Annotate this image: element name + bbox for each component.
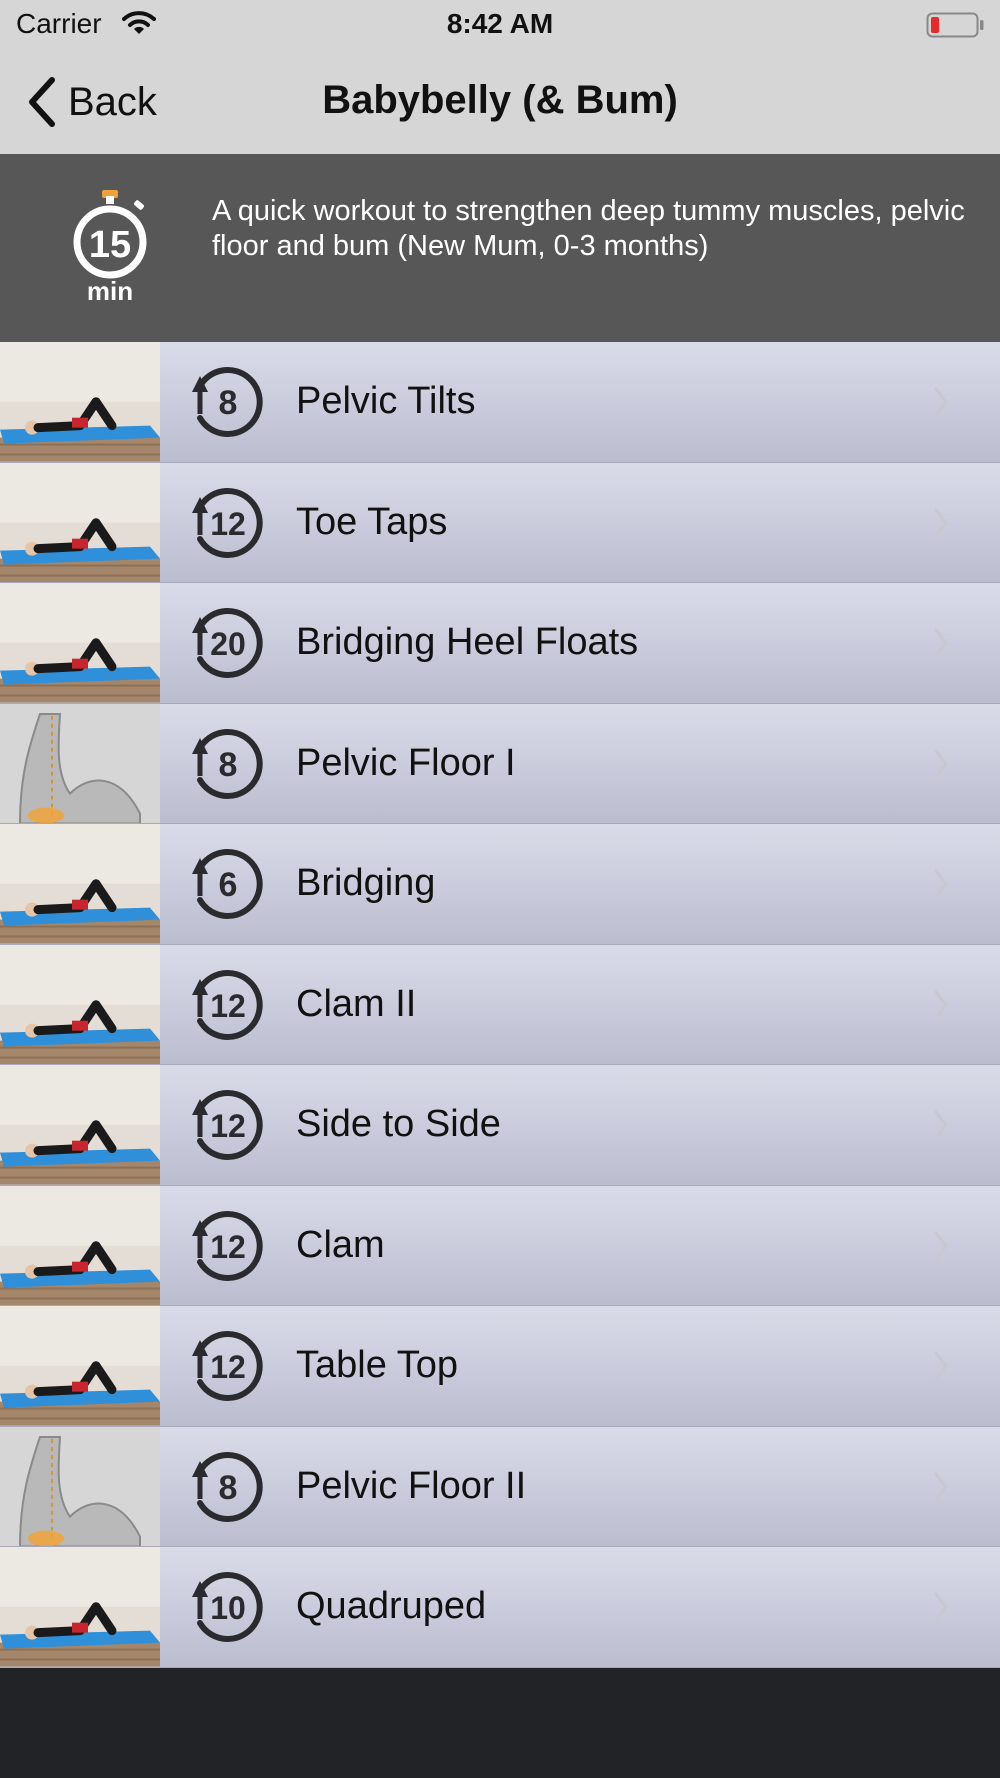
chevron-right-icon: [934, 1592, 948, 1622]
app-screen: Carrier 8:42 AM Back Babybelly (& Bum) 1…: [0, 0, 1000, 1778]
chevron-right-icon: [934, 628, 948, 658]
exercise-thumbnail: [0, 462, 160, 582]
exercise-thumbnail: [0, 1065, 160, 1185]
exercise-name: Side to Side: [296, 1103, 501, 1145]
exercise-thumbnail: [0, 824, 160, 944]
reps-count: 12: [210, 1229, 246, 1265]
exercise-row[interactable]: 8 Pelvic Tilts: [0, 342, 1000, 463]
exercise-name: Clam II: [296, 982, 417, 1025]
exercise-name: Clam: [296, 1223, 385, 1266]
page-title: Babybelly (& Bum): [322, 78, 678, 122]
chevron-right-icon: [934, 508, 948, 537]
stopwatch-icon: 15 min: [73, 190, 147, 306]
reps-count: 10: [210, 1590, 246, 1626]
reps-count: 12: [210, 1108, 246, 1144]
exercise-diagram-thumbnail: [0, 703, 160, 823]
repeat-counter-icon: 6: [192, 849, 263, 919]
chevron-right-icon: [934, 990, 948, 1019]
exercise-thumbnail: [0, 944, 160, 1064]
exercise-thumbnail: [0, 1185, 160, 1305]
battery-icon: [926, 12, 984, 38]
reps-count: 12: [210, 506, 246, 542]
repeat-counter-icon: 12: [192, 1090, 263, 1160]
workout-description: A quick workout to strengthen deep tummy…: [212, 195, 965, 262]
exercise-diagram-thumbnail: [0, 1426, 160, 1546]
exercise-name: Quadruped: [296, 1585, 487, 1627]
exercise-row[interactable]: 20 Bridging Heel Floats: [0, 583, 1000, 704]
navigation-bar: Back Babybelly (& Bum): [0, 50, 1000, 154]
reps-count: 6: [219, 866, 238, 904]
chevron-right-icon: [934, 869, 948, 899]
chevron-right-icon: [934, 1351, 948, 1381]
exercise-row[interactable]: 8 Pelvic Floor II: [0, 1426, 1000, 1547]
chevron-right-icon: [934, 749, 948, 778]
exercise-row[interactable]: 12 Clam II: [0, 944, 1000, 1065]
repeat-counter-icon: 10: [192, 1572, 263, 1642]
repeat-counter-icon: 12: [192, 969, 263, 1040]
exercise-thumbnail: [0, 1547, 160, 1667]
exercise-row[interactable]: 8 Pelvic Floor I: [0, 703, 1000, 824]
exercise-thumbnail: [0, 583, 160, 703]
reps-count: 20: [210, 626, 246, 662]
status-time: 8:42 AM: [446, 8, 554, 39]
repeat-counter-icon: 12: [192, 1331, 263, 1401]
repeat-counter-icon: 12: [192, 1210, 263, 1281]
reps-count: 8: [219, 746, 238, 784]
duration-number: 15: [89, 224, 131, 266]
exercise-list: 8 Pelvic Tilts 12 Toe Taps 20 Bridging Heel F…: [0, 342, 1000, 1668]
exercise-row[interactable]: 6 Bridging: [0, 824, 1000, 945]
exercise-row[interactable]: 10 Quadruped: [0, 1547, 1000, 1668]
reps-count: 8: [219, 1469, 238, 1507]
reps-count: 12: [210, 988, 246, 1024]
exercise-name: Bridging: [296, 862, 436, 904]
repeat-counter-icon: 8: [192, 367, 263, 437]
exercise-name: Pelvic Floor II: [296, 1464, 527, 1507]
repeat-counter-icon: 20: [192, 608, 263, 678]
chevron-right-icon: [934, 1231, 948, 1260]
chevron-right-icon: [934, 387, 948, 417]
chevron-right-icon: [934, 1110, 948, 1140]
exercise-name: Pelvic Floor I: [296, 741, 516, 784]
exercise-row[interactable]: 12 Table Top: [0, 1306, 1000, 1427]
exercise-row[interactable]: 12 Side to Side: [0, 1065, 1000, 1186]
exercise-thumbnail: [0, 342, 160, 462]
status-bar: Carrier 8:42 AM: [0, 0, 1000, 50]
chevron-right-icon: [934, 1472, 948, 1501]
duration-unit: min: [87, 276, 133, 306]
repeat-counter-icon: 8: [192, 1451, 263, 1522]
reps-count: 8: [219, 384, 238, 422]
exercise-name: Bridging Heel Floats: [296, 621, 639, 663]
reps-count: 12: [210, 1349, 246, 1385]
exercise-row[interactable]: 12 Clam: [0, 1185, 1000, 1306]
exercise-row[interactable]: 12 Toe Taps: [0, 462, 1000, 583]
exercise-name: Toe Taps: [296, 500, 448, 543]
workout-header: 15 min A quick workout to strengthen dee…: [0, 154, 1000, 342]
repeat-counter-icon: 12: [192, 487, 263, 558]
exercise-thumbnail: [0, 1306, 160, 1426]
exercise-name: Table Top: [296, 1344, 458, 1386]
exercise-name: Pelvic Tilts: [296, 380, 476, 422]
repeat-counter-icon: 8: [192, 728, 263, 799]
